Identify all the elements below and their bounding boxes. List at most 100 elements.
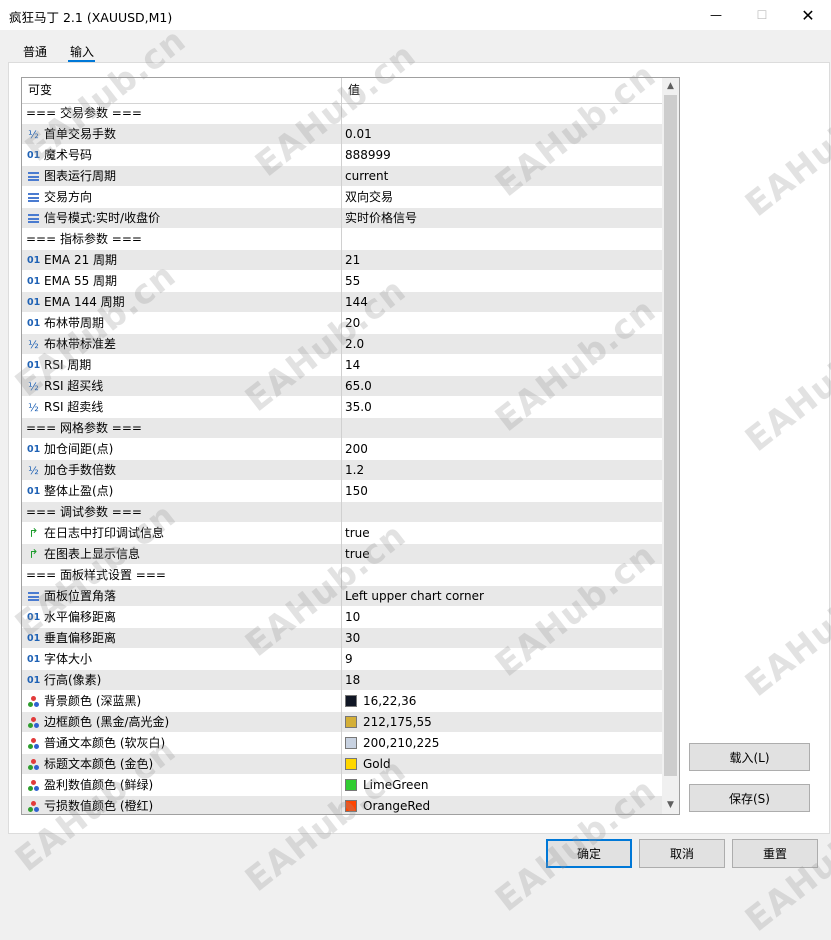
param-name: RSI 周期 [44,358,92,372]
param-row[interactable]: ↱ 在日志中打印调试信息 true [22,523,662,544]
minimize-button[interactable]: — [693,0,739,30]
param-name: 普通文本颜色 (软灰白) [44,736,166,750]
section-row[interactable]: === 调试参数 === [22,502,662,523]
param-value[interactable]: 9 [345,649,353,670]
param-value[interactable]: 2.0 [345,334,364,355]
section-row[interactable]: === 交易参数 === [22,103,662,124]
section-row[interactable]: === 指标参数 === [22,229,662,250]
param-row[interactable]: ½ 首单交易手数 0.01 [22,124,662,145]
param-value[interactable]: 200 [345,439,368,460]
color-swatch[interactable] [345,737,357,749]
param-value[interactable]: 212,175,55 [363,712,432,733]
param-row[interactable]: 01 魔术号码 888999 [22,145,662,166]
param-name: 布林带周期 [44,316,105,330]
param-value[interactable]: current [345,166,388,187]
param-row[interactable]: 01 EMA 144 周期 144 [22,292,662,313]
param-value[interactable]: 实时价格信号 [345,208,417,229]
close-button[interactable]: ✕ [785,0,831,30]
vertical-scrollbar[interactable]: ▲ ▼ [662,78,679,814]
param-row[interactable]: 背景颜色 (深蓝黑) 16,22,36 [22,691,662,712]
param-value[interactable]: 35.0 [345,397,372,418]
param-row[interactable]: 盈利数值颜色 (鲜绿) LimeGreen [22,775,662,796]
scroll-up-arrow-icon[interactable]: ▲ [662,78,679,95]
double-type-icon: ½ [28,464,39,477]
param-value[interactable]: 10 [345,607,360,628]
param-row[interactable]: 图表运行周期 current [22,166,662,187]
param-value[interactable]: 双向交易 [345,187,393,208]
scroll-down-arrow-icon[interactable]: ▼ [662,797,679,814]
scroll-thumb[interactable] [664,95,677,776]
param-row[interactable]: 01 行高(像素) 18 [22,670,662,691]
param-row[interactable]: 01 RSI 周期 14 [22,355,662,376]
param-value[interactable]: 0.01 [345,124,372,145]
param-value[interactable]: 888999 [345,145,391,166]
param-name: 在图表上显示信息 [44,547,141,561]
load-button[interactable]: 载入(L) [689,743,810,771]
maximize-button[interactable]: ☐ [739,0,785,30]
param-name: RSI 超卖线 [44,400,104,414]
param-row[interactable]: 01 EMA 21 周期 21 [22,250,662,271]
param-value[interactable]: OrangeRed [363,796,430,814]
param-value[interactable]: 16,22,36 [363,691,416,712]
param-value[interactable]: 14 [345,355,360,376]
integer-type-icon: 01 [27,675,41,686]
cancel-button[interactable]: 取消 [639,839,725,868]
ok-button[interactable]: 确定 [546,839,632,868]
param-value[interactable]: 65.0 [345,376,372,397]
param-row[interactable]: 01 EMA 55 周期 55 [22,271,662,292]
color-swatch[interactable] [345,695,357,707]
param-value[interactable]: 30 [345,628,360,649]
integer-type-icon: 01 [27,150,41,161]
param-row[interactable]: 标题文本颜色 (金色) Gold [22,754,662,775]
param-value[interactable]: 55 [345,271,360,292]
param-value[interactable]: 1.2 [345,460,364,481]
param-row[interactable]: 01 垂直偏移距离 30 [22,628,662,649]
param-row[interactable]: 边框颜色 (黑金/高光金) 212,175,55 [22,712,662,733]
param-name: === 网格参数 === [26,421,142,435]
save-button[interactable]: 保存(S) [689,784,810,812]
param-row[interactable]: 01 布林带周期 20 [22,313,662,334]
param-row[interactable]: 01 整体止盈(点) 150 [22,481,662,502]
tab-general[interactable]: 普通 [23,43,47,60]
param-value[interactable]: Gold [363,754,391,775]
reset-button[interactable]: 重置 [732,839,818,868]
color-swatch[interactable] [345,800,357,812]
param-row[interactable]: 亏损数值颜色 (橙红) OrangeRed [22,796,662,814]
param-row[interactable]: 01 加仓间距(点) 200 [22,439,662,460]
param-value[interactable]: 21 [345,250,360,271]
param-row[interactable]: ½ 布林带标准差 2.0 [22,334,662,355]
param-name: 在日志中打印调试信息 [44,526,165,540]
color-swatch[interactable] [345,779,357,791]
header-value[interactable]: 值 [348,78,360,103]
color-swatch[interactable] [345,716,357,728]
param-row[interactable]: 信号模式:实时/收盘价 实时价格信号 [22,208,662,229]
header-variable[interactable]: 可变 [28,78,52,103]
param-value[interactable]: 150 [345,481,368,502]
param-row[interactable]: ½ RSI 超买线 65.0 [22,376,662,397]
section-row[interactable]: === 网格参数 === [22,418,662,439]
param-value[interactable]: 18 [345,670,360,691]
param-value[interactable]: true [345,544,370,565]
param-row[interactable]: ↱ 在图表上显示信息 true [22,544,662,565]
param-row[interactable]: ½ 加仓手数倍数 1.2 [22,460,662,481]
param-value[interactable]: LimeGreen [363,775,428,796]
param-row[interactable]: 面板位置角落 Left upper chart corner [22,586,662,607]
param-name: === 面板样式设置 === [26,568,166,582]
param-row[interactable]: ½ RSI 超卖线 35.0 [22,397,662,418]
param-row[interactable]: 01 字体大小 9 [22,649,662,670]
param-value[interactable]: 144 [345,292,368,313]
tab-inputs[interactable]: 输入 [70,43,94,60]
section-row[interactable]: === 面板样式设置 === [22,565,662,586]
param-row[interactable]: 01 水平偏移距离 10 [22,607,662,628]
param-value[interactable]: 200,210,225 [363,733,439,754]
param-row[interactable]: 交易方向 双向交易 [22,187,662,208]
param-value[interactable]: Left upper chart corner [345,586,484,607]
column-separator[interactable] [341,78,342,814]
param-value[interactable]: 20 [345,313,360,334]
integer-type-icon: 01 [27,633,41,644]
param-row[interactable]: 普通文本颜色 (软灰白) 200,210,225 [22,733,662,754]
param-value[interactable]: true [345,523,370,544]
color-swatch[interactable] [345,758,357,770]
param-name: 标题文本颜色 (金色) [44,757,154,771]
integer-type-icon: 01 [27,255,41,266]
